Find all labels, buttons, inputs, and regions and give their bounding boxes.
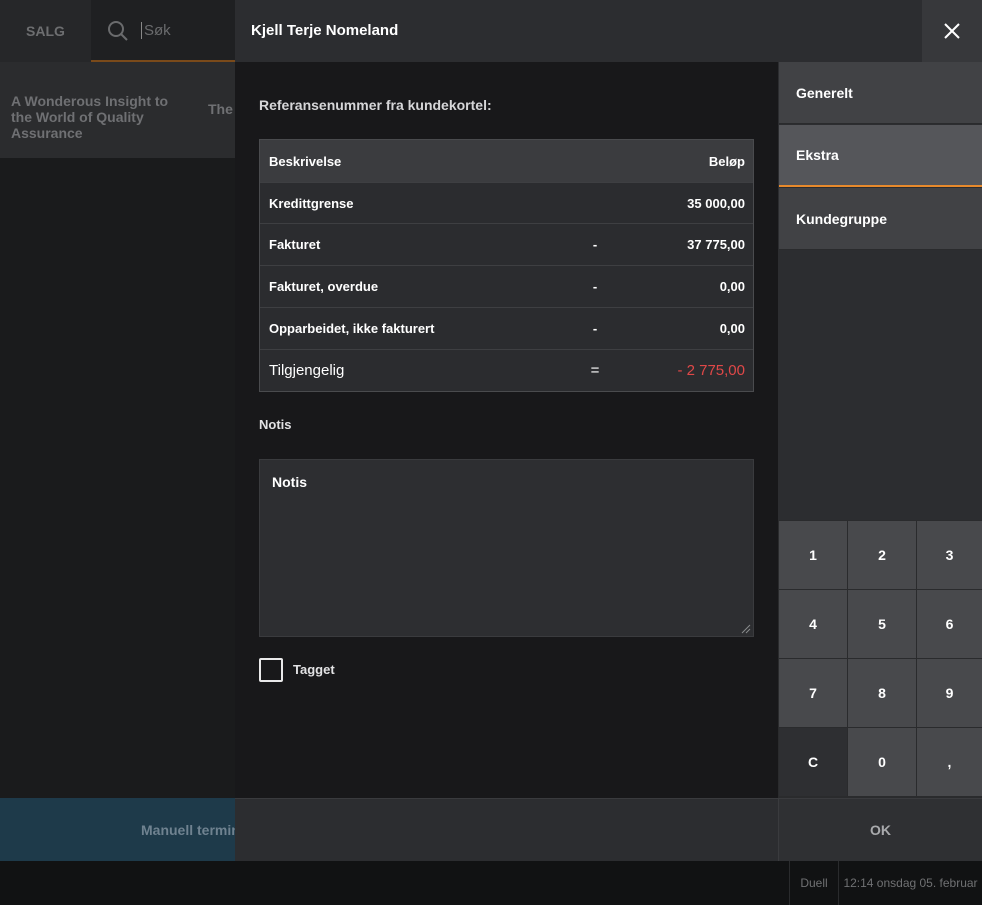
row-operator: - [592,279,598,294]
tab-ekstra[interactable]: Ekstra [779,125,982,187]
row-operator: - [592,321,598,336]
ok-button[interactable]: OK [778,798,982,861]
status-datetime: 12:14 onsdag 05. februar [838,861,982,905]
search-input[interactable]: Søk [141,22,171,39]
table-row: Fakturet - 37 775,00 [260,224,753,266]
row-amount: 35 000,00 [687,195,745,211]
dialog-footer [235,798,778,861]
notes-textarea[interactable] [259,459,754,637]
numpad-key-4[interactable]: 4 [779,590,847,658]
tagged-checkbox[interactable] [259,658,283,682]
table-header: Beskrivelse Beløp [260,140,753,183]
numpad-key-7[interactable]: 7 [779,659,847,727]
row-label: Tilgjengelig [269,362,345,379]
notes-label: Notis [259,417,292,432]
resize-grip-icon[interactable] [741,624,751,634]
row-amount-negative: - 2 775,00 [677,362,745,379]
tab-kundegruppe[interactable]: Kundegruppe [779,188,982,250]
table-row: Opparbeidet, ikke fakturert - 0,00 [260,308,753,350]
table-row: Fakturet, overdue - 0,00 [260,266,753,308]
manual-terminal-label: Manuell termin [141,822,240,838]
reference-label: Referansenummer fra kundekortel: [259,97,492,113]
table-row: Kredittgrense 35 000,00 [260,183,753,224]
status-user: Duell [789,861,838,905]
close-button[interactable] [922,0,982,62]
close-icon [944,23,960,39]
numpad-key-5[interactable]: 5 [848,590,916,658]
numpad-key-0[interactable]: 0 [848,728,916,796]
notes-value[interactable]: Notis [272,474,307,490]
product-tile[interactable]: The [208,101,233,117]
tab-salg[interactable]: SALG [0,0,91,62]
table-total-row: Tilgjengelig = - 2 775,00 [260,350,753,391]
tagged-label: Tagget [293,662,335,677]
numpad-key-6[interactable]: 6 [917,590,982,658]
row-operator: = [590,362,600,379]
product-tile[interactable]: A Wonderous Insight to the World of Qual… [11,93,191,141]
row-amount: 37 775,00 [687,237,745,252]
row-label: Opparbeidet, ikke fakturert [269,321,435,336]
search-icon [108,21,128,41]
row-operator: - [592,237,598,252]
numpad-key-1[interactable]: 1 [779,521,847,589]
numpad-key-2[interactable]: 2 [848,521,916,589]
credit-table: Beskrivelse Beløp Kredittgrense 35 000,0… [259,139,754,392]
numpad-key-3[interactable]: 3 [917,521,982,589]
numpad: 1 2 3 4 5 6 7 8 9 C 0 , [778,520,982,798]
numpad-key-clear[interactable]: C [779,728,847,796]
row-label: Kredittgrense [269,195,354,211]
row-label: Fakturet [269,237,321,252]
main-area [0,158,240,798]
row-amount: 0,00 [719,321,745,336]
header-description: Beskrivelse [269,153,342,169]
dialog-title: Kjell Terje Nomeland [251,22,399,39]
numpad-key-9[interactable]: 9 [917,659,982,727]
row-label: Fakturet, overdue [269,279,379,294]
tab-generelt[interactable]: Generelt [779,62,982,124]
search-field[interactable]: Søk [91,0,241,62]
numpad-key-8[interactable]: 8 [848,659,916,727]
numpad-key-comma[interactable]: , [917,728,982,796]
row-amount: 0,00 [719,279,745,294]
header-amount: Beløp [708,153,745,169]
